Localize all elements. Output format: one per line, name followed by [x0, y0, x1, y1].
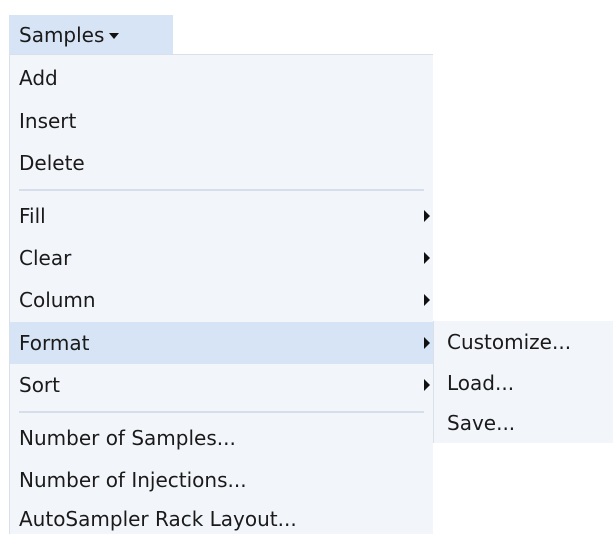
submenu-arrow-icon — [424, 210, 430, 222]
submenu-item-label: Load... — [447, 371, 515, 395]
menu-item-label: Add — [19, 66, 58, 90]
menu-item-add[interactable]: Add — [10, 58, 433, 98]
submenu-arrow-icon — [424, 379, 430, 391]
submenu-arrow-icon — [424, 294, 430, 306]
samples-menu-label: Samples — [19, 22, 105, 47]
menu-item-sort[interactable]: Sort — [10, 365, 433, 405]
format-submenu: Customize... Load... Save... — [433, 321, 613, 443]
menu-item-insert[interactable]: Insert — [10, 101, 433, 141]
menu-item-number-of-injections[interactable]: Number of Injections... — [10, 460, 433, 500]
menu-item-label: Number of Samples... — [19, 426, 236, 450]
menu-separator — [19, 411, 424, 413]
menu-item-label: Delete — [19, 151, 85, 175]
menu-item-label: Column — [19, 288, 96, 312]
menu-item-format[interactable]: Format — [10, 322, 433, 364]
menu-item-label: Fill — [19, 204, 46, 228]
menu-item-label: Format — [19, 331, 90, 355]
submenu-arrow-icon — [424, 252, 430, 264]
samples-menu-button[interactable]: Samples — [9, 15, 173, 54]
submenu-item-save[interactable]: Save... — [434, 403, 613, 443]
submenu-item-load[interactable]: Load... — [434, 363, 613, 403]
samples-menu-screenshot: Samples Add Insert Delete Fill Clear Col… — [0, 0, 613, 534]
submenu-item-customize[interactable]: Customize... — [434, 321, 613, 363]
menu-item-number-of-samples[interactable]: Number of Samples... — [10, 418, 433, 458]
menu-item-label: Sort — [19, 373, 60, 397]
menu-item-label: Number of Injections... — [19, 468, 247, 492]
menu-item-autosampler-rack-layout[interactable]: AutoSampler Rack Layout... — [10, 502, 433, 534]
menu-separator — [19, 189, 424, 191]
menu-item-delete[interactable]: Delete — [10, 143, 433, 183]
submenu-arrow-icon — [424, 337, 430, 349]
samples-dropdown-menu: Add Insert Delete Fill Clear Column Form… — [9, 54, 433, 534]
menu-item-fill[interactable]: Fill — [10, 196, 433, 236]
submenu-item-label: Save... — [447, 411, 516, 435]
menu-item-column[interactable]: Column — [10, 280, 433, 320]
menu-item-label: Clear — [19, 246, 72, 270]
menu-item-label: Insert — [19, 109, 77, 133]
submenu-item-label: Customize... — [447, 330, 572, 354]
menu-item-label: AutoSampler Rack Layout... — [19, 507, 297, 531]
caret-down-icon — [109, 32, 120, 39]
menu-item-clear[interactable]: Clear — [10, 238, 433, 278]
